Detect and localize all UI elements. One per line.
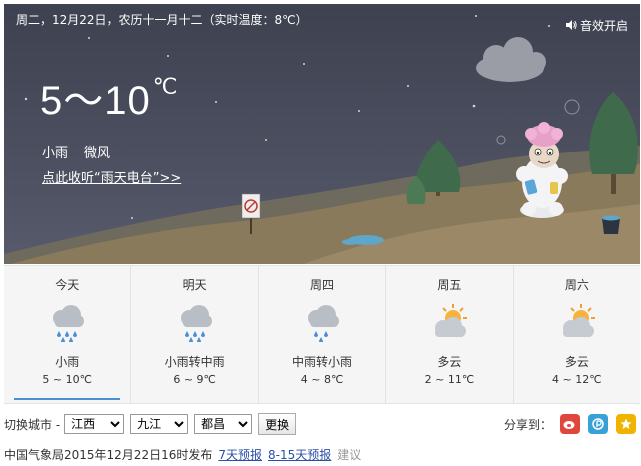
star-icon[interactable]: [616, 414, 636, 434]
partly-cloudy-icon: [429, 302, 469, 342]
day-temp-range: 2 ~ 11℃: [424, 373, 475, 386]
day-temp-range: 4 ~ 8℃: [300, 373, 344, 386]
share-label: 分享到：: [503, 417, 552, 432]
weibo-icon[interactable]: [560, 414, 580, 434]
day-temp-range: 6 ~ 9℃: [173, 373, 216, 386]
city-switch-label: 切换城市 -: [4, 417, 61, 432]
day-description: 小雨: [55, 355, 80, 369]
selected-indicator: [14, 398, 121, 400]
sound-toggle[interactable]: 音效开启: [565, 17, 628, 34]
date-realtime-text: 周二，12月22日，农历十一月十二（实时温度：8℃）: [16, 13, 308, 27]
seven-day-forecast-link[interactable]: 7天预报: [218, 448, 262, 462]
day-name: 明天: [182, 278, 207, 292]
speaker-icon: [565, 19, 577, 33]
publish-footer: 中国气象局2015年12月22日16时发布 7天预报 8-15天预报 建议: [4, 446, 361, 463]
suggest-link[interactable]: 建议: [337, 448, 361, 462]
province-select[interactable]: 江西: [64, 414, 125, 434]
publish-info: 中国气象局2015年12月22日16时发布: [4, 448, 213, 462]
rain-cloud-icon: [47, 302, 87, 343]
weather-hero: 周二，12月22日，农历十一月十二（实时温度：8℃） 音效开启 5～10℃ 小雨…: [4, 4, 640, 264]
day-description: 中雨转小雨: [292, 355, 353, 369]
pengyou-icon[interactable]: [588, 414, 608, 434]
district-select[interactable]: 都昌: [194, 414, 253, 434]
day-description: 多云: [437, 355, 462, 369]
wind-level: 微风: [84, 146, 111, 161]
forecast-day-today[interactable]: 今天 小雨 5 ~ 10℃: [4, 266, 130, 403]
city-select[interactable]: 九江: [130, 414, 189, 434]
rainy-scene-illustration: [4, 15, 640, 264]
rain-cloud-icon: [175, 302, 215, 343]
day-name: 周四: [310, 278, 335, 292]
day-name: 周六: [564, 278, 589, 292]
fifteen-day-forecast-link[interactable]: 8-15天预报: [268, 448, 331, 462]
day-temp-range: 5 ~ 10℃: [42, 373, 92, 386]
forecast-day-saturday[interactable]: 周六 多云 4 ~ 12℃: [512, 266, 640, 403]
temperature-value: 5～10: [40, 79, 151, 123]
weather-condition: 小雨: [42, 146, 69, 161]
forecast-day-friday[interactable]: 周五 多云 2 ~ 11℃: [385, 266, 512, 403]
city-switch-bar: 切换城市 - 江西 九江 都昌 更换 分享到：: [4, 412, 640, 436]
rain-cloud-icon: [302, 302, 342, 343]
condition-line: 小雨 微风: [42, 142, 110, 161]
five-day-forecast: 今天 小雨 5 ~ 10℃ 明天 小雨转中雨 6 ~ 9℃ 周四 中雨转小雨 4…: [4, 265, 640, 404]
change-city-button[interactable]: 更换: [258, 413, 297, 435]
temperature-unit: ℃: [152, 74, 179, 99]
rainy-radio-link[interactable]: 点此收听“雨天电台”>>: [42, 167, 181, 186]
day-name: 周五: [437, 278, 462, 292]
forecast-day-thursday[interactable]: 周四 中雨转小雨 4 ~ 8℃: [257, 266, 385, 403]
forecast-day-tomorrow[interactable]: 明天 小雨转中雨 6 ~ 9℃: [130, 266, 257, 403]
partly-cloudy-icon: [557, 302, 597, 342]
day-name: 今天: [55, 278, 80, 292]
day-description: 小雨转中雨: [164, 355, 225, 369]
day-description: 多云: [564, 355, 589, 369]
temperature-range: 5～10℃: [40, 68, 178, 126]
share-group: 分享到：: [504, 412, 636, 436]
day-temp-range: 4 ~ 12℃: [552, 373, 602, 386]
sound-label: 音效开启: [579, 19, 628, 33]
